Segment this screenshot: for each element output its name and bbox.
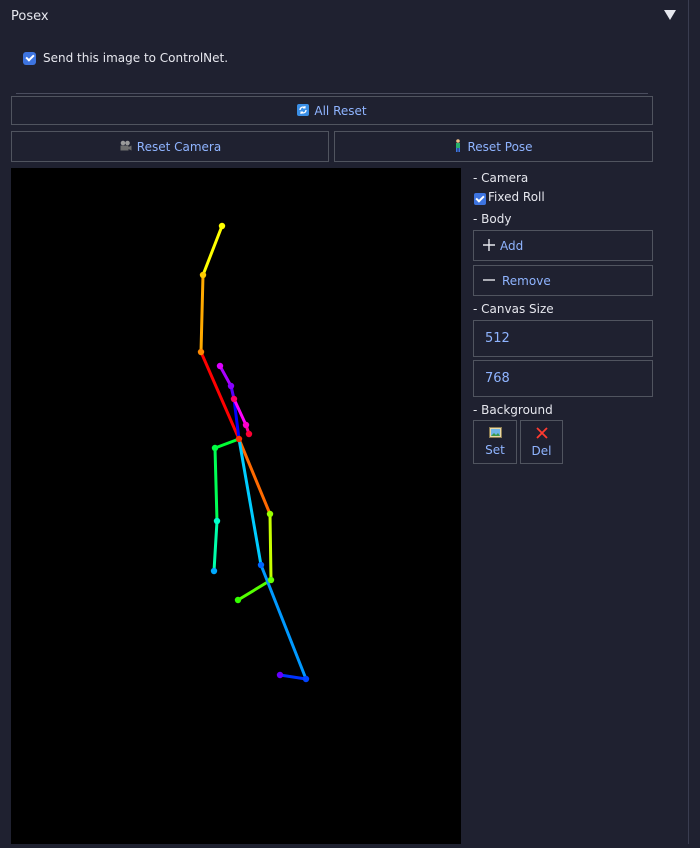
fixed-roll-label: Fixed Roll <box>488 190 545 204</box>
refresh-icon <box>297 103 310 118</box>
camera-heading: - Camera <box>473 171 529 185</box>
pose-canvas[interactable] <box>11 168 461 844</box>
x-icon <box>535 426 548 442</box>
send-to-controlnet-label: Send this image to ControlNet. <box>43 51 229 65</box>
minus-icon <box>483 274 495 288</box>
remove-body-button[interactable]: Remove <box>473 265 653 296</box>
all-reset-button[interactable]: All Reset <box>11 96 653 125</box>
reset-pose-label: Reset Pose <box>467 139 533 154</box>
del-label: Del <box>531 443 552 458</box>
all-reset-label: All Reset <box>314 103 367 118</box>
posex-panel: Posex Send this image to ControlNet. All… <box>0 0 689 844</box>
set-label: Set <box>485 443 505 457</box>
canvas-size-heading: - Canvas Size <box>473 302 554 316</box>
camera-icon <box>119 140 132 154</box>
add-body-button[interactable]: Add <box>473 230 653 261</box>
delete-background-button[interactable]: Del <box>520 420 563 464</box>
canvas-width-input[interactable]: 512 <box>473 320 653 357</box>
panel-title: Posex <box>11 9 49 24</box>
triangle-down-icon[interactable] <box>664 10 676 20</box>
divider <box>16 93 648 94</box>
body-heading: - Body <box>473 212 512 226</box>
add-label: Add <box>500 238 524 253</box>
remove-label: Remove <box>502 273 551 288</box>
canvas-height-input[interactable]: 768 <box>473 360 653 397</box>
background-heading: - Background <box>473 403 553 417</box>
pose-skeleton[interactable] <box>11 168 461 844</box>
reset-pose-button[interactable]: Reset Pose <box>334 131 653 162</box>
image-icon <box>488 427 502 441</box>
set-background-button[interactable]: Set <box>473 420 517 464</box>
send-to-controlnet-checkbox[interactable] <box>23 52 36 65</box>
fixed-roll-checkbox[interactable] <box>474 193 486 205</box>
plus-icon <box>483 238 495 253</box>
person-icon <box>454 139 462 154</box>
reset-camera-button[interactable]: Reset Camera <box>11 131 329 162</box>
reset-camera-label: Reset Camera <box>136 139 222 154</box>
panel-header[interactable]: Posex <box>0 0 688 34</box>
